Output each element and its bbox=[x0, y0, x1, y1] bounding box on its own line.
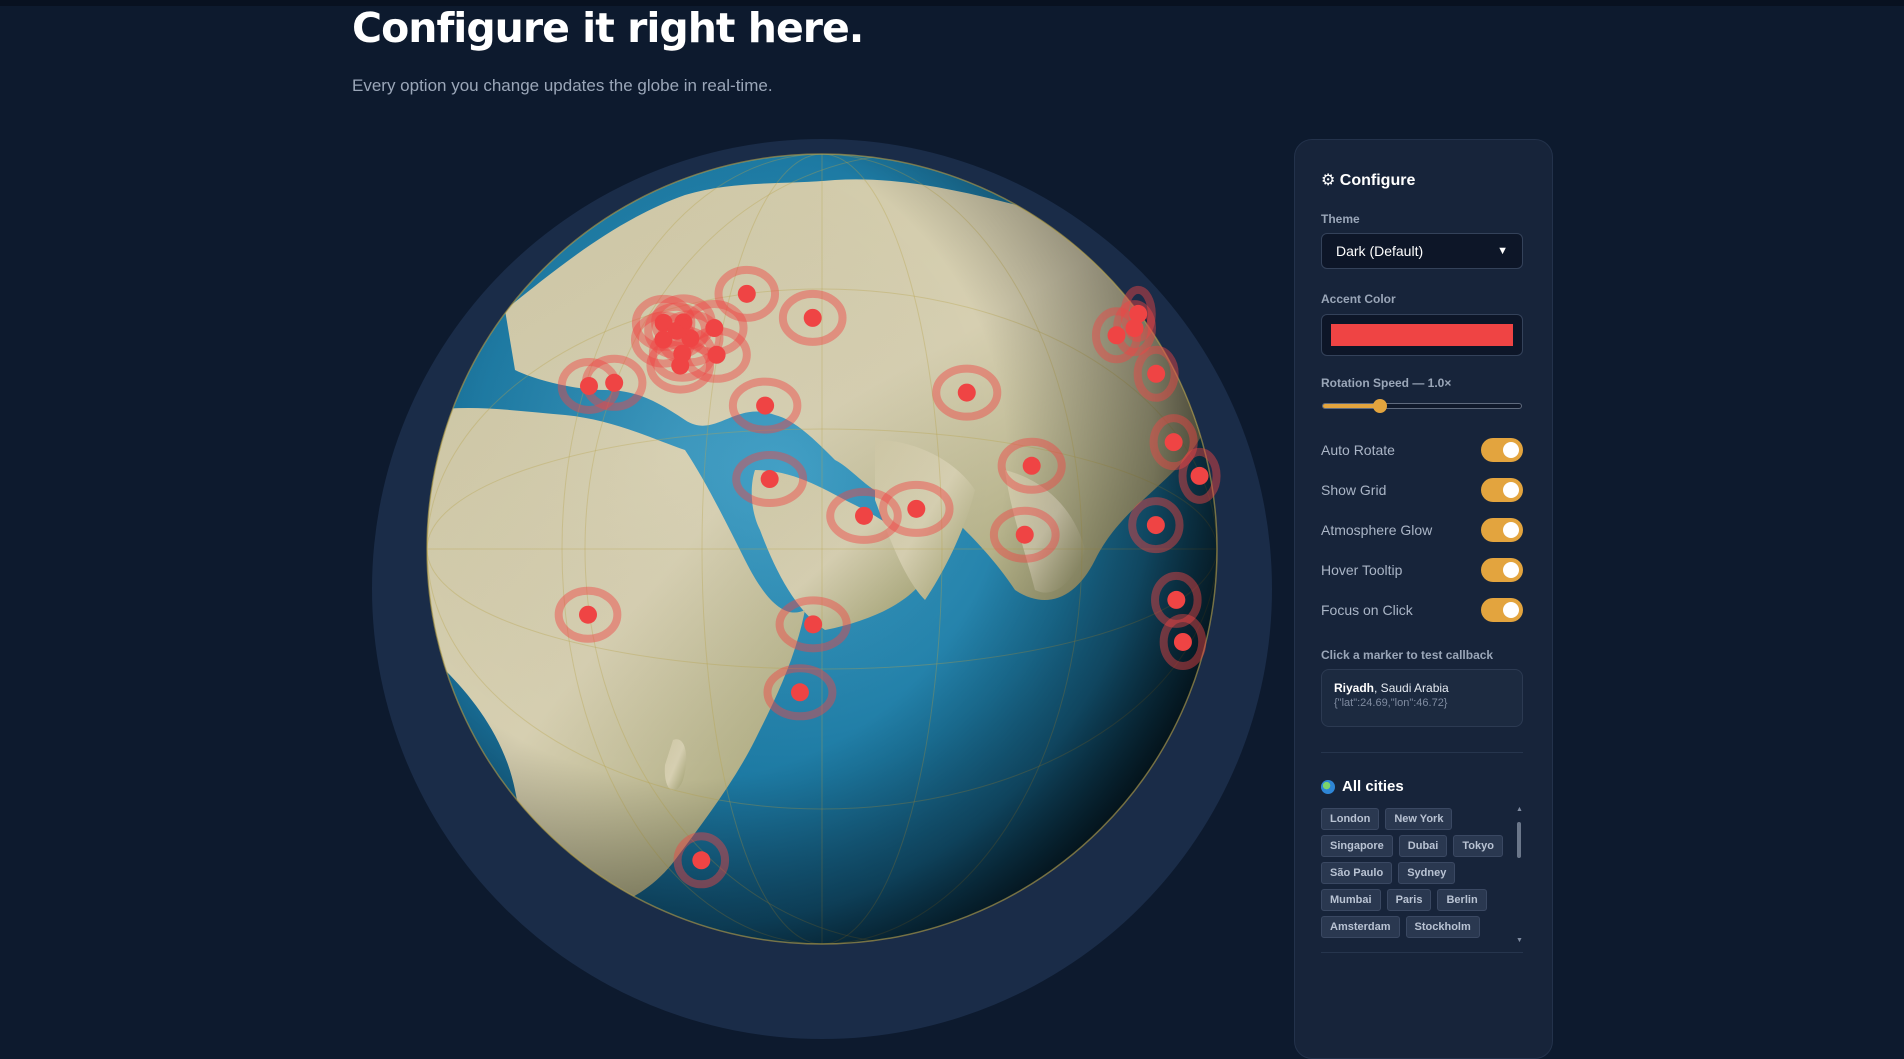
toggle-switch[interactable] bbox=[1481, 438, 1523, 462]
callback-output: Riyadh, Saudi Arabia {"lat":24.69,"lon":… bbox=[1321, 669, 1523, 727]
toggle-knob bbox=[1503, 602, 1519, 618]
rotation-speed-slider[interactable] bbox=[1322, 399, 1522, 413]
panel-title: ⚙ Configure bbox=[1321, 172, 1416, 189]
scroll-up-icon[interactable]: ▲ bbox=[1516, 806, 1523, 813]
city-list: London New York Singapore Dubai Tokyo São Pau… bbox=[1321, 808, 1511, 940]
city-chip[interactable]: Berlin bbox=[1437, 889, 1487, 911]
marker-dot[interactable] bbox=[907, 499, 926, 518]
callback-country: , Saudi Arabia bbox=[1374, 681, 1449, 695]
marker-dot[interactable] bbox=[756, 396, 775, 415]
callback-label: Click a marker to test callback bbox=[1321, 648, 1494, 662]
rotation-speed-label: Rotation Speed — 1.0× bbox=[1321, 376, 1452, 390]
globe[interactable] bbox=[355, 139, 1272, 1040]
marker-dot[interactable] bbox=[790, 683, 809, 702]
accent-color-label: Accent Color bbox=[1321, 292, 1396, 306]
toggle-auto-rotate[interactable]: Auto Rotate bbox=[1321, 438, 1523, 464]
cities-heading: All cities bbox=[1321, 778, 1404, 795]
toggle-knob bbox=[1503, 482, 1519, 498]
chevron-down-icon: ▼ bbox=[1497, 245, 1508, 257]
toggle-label: Show Grid bbox=[1321, 482, 1387, 498]
toggle-focus-on-click[interactable]: Focus on Click bbox=[1321, 598, 1523, 624]
city-chip[interactable]: Stockholm bbox=[1405, 916, 1480, 938]
globe-canvas[interactable] bbox=[355, 139, 1272, 1040]
city-chip[interactable]: London bbox=[1321, 808, 1380, 830]
toggle-hover-tooltip[interactable]: Hover Tooltip bbox=[1321, 558, 1523, 584]
marker-dot[interactable] bbox=[957, 383, 976, 402]
marker-dot[interactable] bbox=[579, 605, 598, 624]
toggle-knob bbox=[1503, 562, 1519, 578]
accent-color-swatch bbox=[1331, 324, 1513, 346]
city-chip[interactable]: New York bbox=[1385, 808, 1453, 830]
marker-dot[interactable] bbox=[803, 308, 822, 327]
toggle-knob bbox=[1503, 522, 1519, 538]
marker-dot[interactable] bbox=[804, 615, 823, 634]
marker-dot[interactable] bbox=[1190, 466, 1209, 485]
theme-value: Dark (Default) bbox=[1336, 243, 1424, 259]
toggle-show-grid[interactable]: Show Grid bbox=[1321, 478, 1523, 504]
configure-panel: ⚙ Configure Theme Dark (Default) ▼ Accen… bbox=[1294, 139, 1553, 1059]
divider bbox=[1321, 952, 1523, 953]
marker-dot[interactable] bbox=[760, 470, 779, 489]
toggle-atmosphere-glow[interactable]: Atmosphere Glow bbox=[1321, 518, 1523, 544]
toggle-switch[interactable] bbox=[1481, 598, 1523, 622]
marker-dot[interactable] bbox=[692, 851, 711, 870]
marker-dot[interactable] bbox=[579, 376, 598, 395]
theme-select[interactable]: Dark (Default) ▼ bbox=[1321, 233, 1523, 269]
top-bar bbox=[0, 0, 1904, 6]
toggle-label: Auto Rotate bbox=[1321, 442, 1395, 458]
city-chip[interactable]: Mumbai bbox=[1321, 889, 1381, 911]
toggle-switch[interactable] bbox=[1481, 558, 1523, 582]
marker-dot[interactable] bbox=[1015, 525, 1034, 544]
city-chip[interactable]: São Paulo bbox=[1321, 862, 1393, 884]
page-subtitle: Every option you change updates the glob… bbox=[352, 76, 773, 95]
toggle-switch[interactable] bbox=[1481, 518, 1523, 542]
scroll-down-icon[interactable]: ▼ bbox=[1516, 937, 1523, 944]
marker-dot[interactable] bbox=[1164, 433, 1183, 452]
globe-shading bbox=[427, 154, 1217, 944]
toggle-knob bbox=[1503, 442, 1519, 458]
city-chip[interactable]: Singapore bbox=[1321, 835, 1393, 857]
marker-dot[interactable] bbox=[1107, 326, 1126, 345]
marker-dot[interactable] bbox=[1146, 516, 1165, 535]
scrollbar-thumb[interactable] bbox=[1517, 822, 1521, 858]
callback-json: {"lat":24.69,"lon":46.72} bbox=[1334, 697, 1448, 709]
marker-dot[interactable] bbox=[671, 356, 690, 375]
marker-dot[interactable] bbox=[1173, 632, 1192, 651]
city-list-scrollbar[interactable]: ▲ ▼ bbox=[1516, 806, 1523, 944]
marker-dot[interactable] bbox=[1147, 364, 1166, 383]
divider bbox=[1321, 752, 1523, 753]
toggle-label: Focus on Click bbox=[1321, 602, 1413, 618]
toggle-label: Hover Tooltip bbox=[1321, 562, 1403, 578]
marker-dot[interactable] bbox=[1167, 590, 1186, 609]
page-title: Configure it right here. bbox=[352, 4, 864, 52]
toggle-label: Atmosphere Glow bbox=[1321, 522, 1433, 538]
city-chip[interactable]: Dubai bbox=[1398, 835, 1448, 857]
marker-dot[interactable] bbox=[1022, 456, 1041, 475]
city-chip[interactable]: Sydney bbox=[1398, 862, 1456, 884]
callback-city: Riyadh bbox=[1334, 681, 1375, 695]
globe-icon bbox=[1321, 779, 1335, 794]
city-chip[interactable]: Paris bbox=[1386, 889, 1432, 911]
city-chip[interactable]: Tokyo bbox=[1453, 835, 1503, 857]
accent-color-picker[interactable] bbox=[1321, 314, 1523, 356]
slider-thumb[interactable] bbox=[1373, 399, 1388, 413]
city-chip[interactable]: Amsterdam bbox=[1321, 916, 1400, 938]
marker-dot[interactable] bbox=[737, 284, 756, 303]
slider-fill bbox=[1323, 404, 1381, 408]
theme-label: Theme bbox=[1321, 212, 1360, 226]
cities-title: All cities bbox=[1342, 778, 1404, 795]
marker-dot[interactable] bbox=[854, 506, 873, 525]
toggle-switch[interactable] bbox=[1481, 478, 1523, 502]
